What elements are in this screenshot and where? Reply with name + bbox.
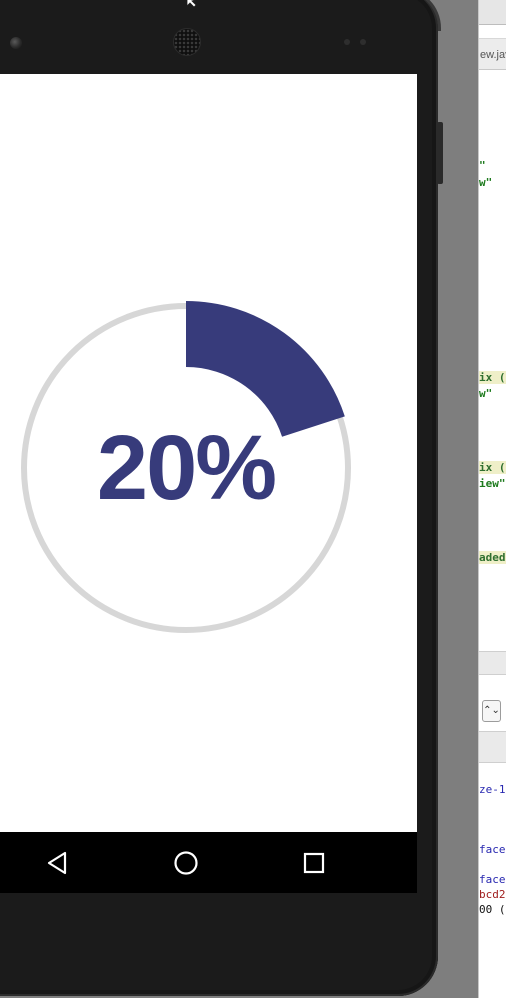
recents-button[interactable]	[284, 832, 344, 893]
code-line[interactable]: aded	[479, 551, 506, 564]
ide-panel-header	[479, 731, 506, 763]
back-triangle-icon	[47, 851, 67, 874]
code-line[interactable]: bcd2	[479, 888, 506, 901]
code-line[interactable]: w"	[479, 387, 492, 400]
code-line[interactable]: ix (	[479, 461, 506, 474]
ide-stepper-control[interactable]: ⌃⌄	[482, 700, 501, 722]
code-line[interactable]: iew"	[479, 477, 506, 490]
progress-arc	[184, 301, 345, 438]
front-camera-icon	[10, 37, 22, 49]
mouse-cursor-icon	[187, 0, 197, 8]
home-circle-icon	[174, 850, 198, 875]
recents-square-icon	[303, 852, 325, 873]
editor-tab[interactable]: ew.jav	[479, 38, 506, 70]
ide-toolbar	[479, 0, 506, 25]
code-line[interactable]: "	[479, 159, 486, 172]
code-line[interactable]: ix (	[479, 371, 506, 384]
screen-stage: 20% ew.jav " w" ix ( w" ix ( iew"	[0, 0, 506, 998]
ide-editor-strip: ew.jav " w" ix ( w" ix ( iew" aded ⌃⌄ ze…	[478, 0, 506, 998]
device-screen: 20%	[0, 74, 417, 832]
earpiece-speaker-icon	[173, 28, 201, 56]
proximity-sensor-icon	[344, 39, 366, 45]
code-line[interactable]: face	[479, 873, 506, 886]
phone-top-edge-highlight	[320, 0, 441, 31]
editor-tab-label: ew.jav	[480, 49, 506, 61]
progress-percent-label: 20%	[96, 417, 277, 519]
home-button[interactable]	[156, 832, 216, 893]
code-line[interactable]: w"	[479, 176, 492, 189]
android-navigation-bar	[0, 832, 417, 893]
code-line[interactable]: 00 (	[479, 903, 506, 916]
ide-panel-divider	[479, 651, 506, 675]
code-line[interactable]: ze-1	[479, 783, 506, 796]
phone-power-button[interactable]	[437, 122, 443, 184]
back-button[interactable]	[28, 832, 88, 893]
code-line[interactable]: face	[479, 843, 506, 856]
